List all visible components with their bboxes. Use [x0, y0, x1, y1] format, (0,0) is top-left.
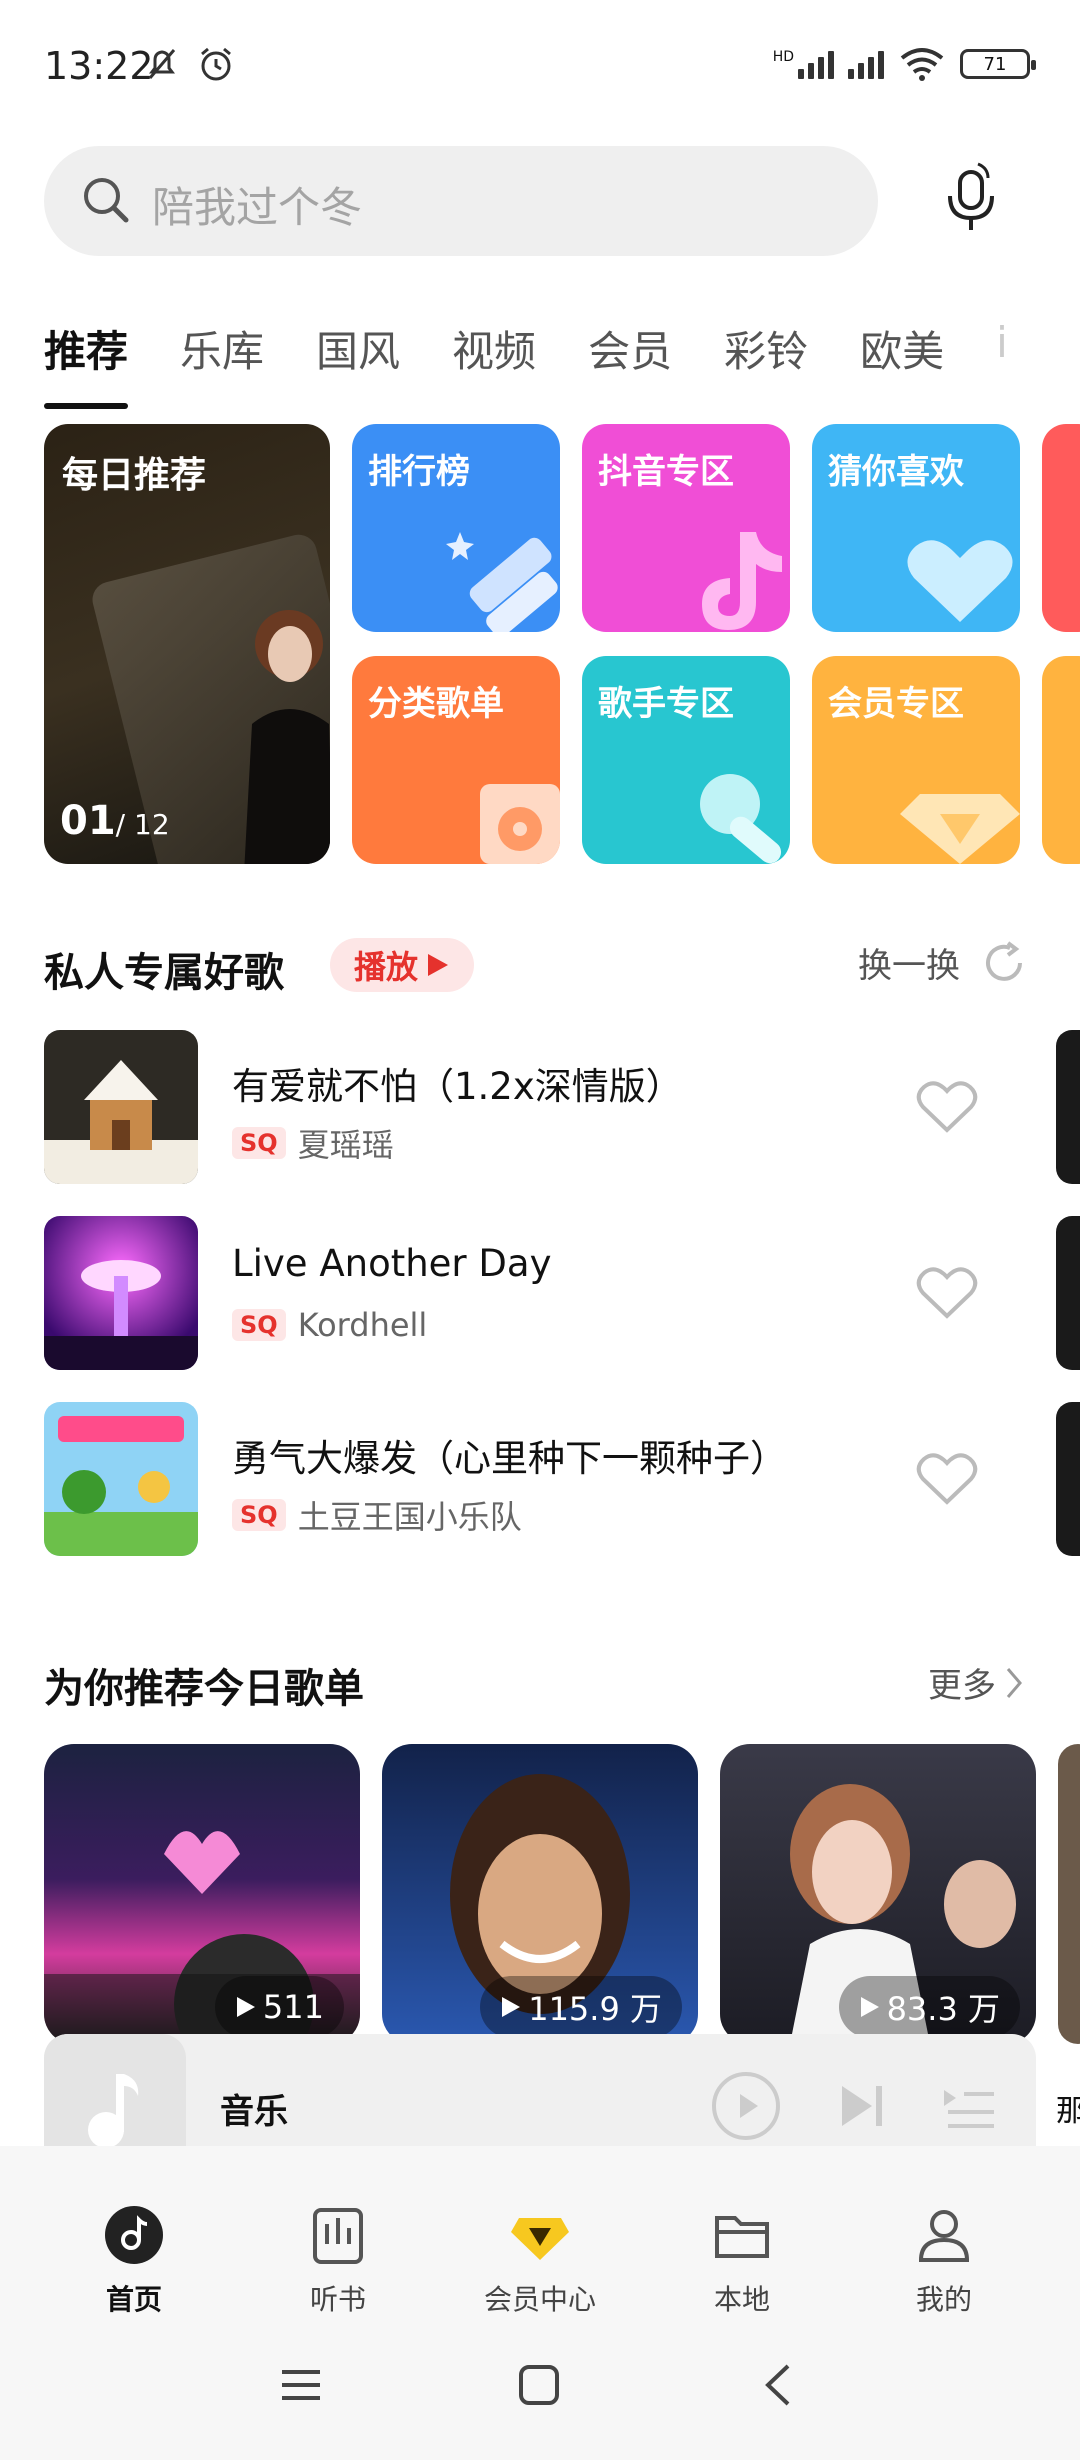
- tile-singers[interactable]: 歌手专区: [582, 656, 790, 864]
- wifi-icon: [900, 48, 944, 81]
- partial-text-right: 那: [1056, 2094, 1080, 2129]
- search-icon: [84, 178, 129, 223]
- tab-video[interactable]: 视频: [452, 318, 536, 379]
- daily-cover-artist-image: [244, 610, 330, 864]
- tab-western[interactable]: 欧美: [860, 318, 944, 379]
- folder-icon: [715, 2216, 769, 2258]
- tab-recommend[interactable]: 推荐: [44, 318, 129, 409]
- category-tabs: 推荐 乐库 国风 视频 会员 彩铃 欧美 i: [44, 318, 1008, 409]
- quality-badge: SQ: [232, 1499, 286, 1531]
- favorite-heart-icon[interactable]: [916, 1264, 978, 1322]
- next-track-icon[interactable]: [834, 2070, 894, 2142]
- search-bar[interactable]: 陪我过个冬: [44, 146, 878, 256]
- next-column-cover[interactable]: [1056, 1030, 1080, 1184]
- song-artist: 夏瑶瑶: [297, 1126, 394, 1164]
- more-button[interactable]: 更多: [928, 1658, 1024, 1707]
- home-music-icon: [105, 2206, 163, 2264]
- status-time: 13:22: [44, 44, 154, 88]
- song-cover: [44, 1402, 198, 1556]
- douyin-icon: [702, 532, 782, 630]
- song-title: 勇气大爆发（心里种下一颗种子）: [232, 1437, 787, 1480]
- playlist-card[interactable]: 511: [44, 1744, 360, 2044]
- back-icon[interactable]: [756, 2362, 802, 2408]
- voice-search-icon[interactable]: [932, 160, 1012, 240]
- refresh-button[interactable]: 换一换: [858, 938, 1028, 987]
- tile-partial-right-2[interactable]: [1042, 656, 1080, 864]
- audiobook-icon: [313, 2208, 363, 2264]
- playlist-card-partial[interactable]: [1058, 1744, 1080, 2044]
- quality-badge: SQ: [232, 1127, 286, 1159]
- tile-vip-zone[interactable]: 会员专区: [812, 656, 1020, 864]
- refresh-icon: [986, 940, 1022, 981]
- tile-guess-you-like[interactable]: 猜你喜欢: [812, 424, 1020, 632]
- play-count: 83.3 万: [838, 1976, 1020, 2038]
- song-row[interactable]: 有爱就不怕（1.2x深情版） SQ 夏瑶瑶: [44, 1030, 1044, 1184]
- quality-badge: SQ: [232, 1309, 286, 1341]
- song-artist: 土豆王国小乐队: [297, 1498, 522, 1536]
- tab-vip[interactable]: 会员: [588, 318, 672, 379]
- play-count: 511: [214, 1976, 344, 2038]
- play-icon: [428, 954, 449, 976]
- play-icon: [236, 1997, 255, 2017]
- play-icon: [502, 1997, 521, 2017]
- song-cover: [44, 1030, 198, 1184]
- charts-icon: [446, 532, 558, 632]
- play-icon: [860, 1997, 879, 2017]
- song-title: 有爱就不怕（1.2x深情版）: [232, 1065, 683, 1108]
- nav-audiobooks[interactable]: 听书: [258, 2204, 418, 2318]
- next-column-cover[interactable]: [1056, 1216, 1080, 1370]
- tile-douyin[interactable]: 抖音专区: [582, 424, 790, 632]
- nav-profile[interactable]: 我的: [864, 2204, 1024, 2318]
- next-column-cover[interactable]: [1056, 1402, 1080, 1556]
- search-placeholder: 陪我过个冬: [152, 183, 363, 232]
- tile-partial-right-1[interactable]: [1042, 424, 1080, 632]
- user-icon: [918, 2210, 970, 2262]
- diamond-icon: [900, 794, 1020, 864]
- play-pause-button[interactable]: [710, 2070, 782, 2142]
- daily-recommend-card[interactable]: 每日推荐 01/ 12: [44, 424, 330, 864]
- bottom-nav: 首页 听书 会员中心 本地 我的: [0, 2146, 1080, 2326]
- battery-icon: 71: [960, 49, 1036, 79]
- song-title: Live Another Day: [232, 1242, 552, 1285]
- nav-home[interactable]: 首页: [54, 2204, 214, 2318]
- nav-vip-center[interactable]: 会员中心: [460, 2204, 620, 2318]
- microphone-icon: [700, 774, 782, 864]
- favorite-heart-icon[interactable]: [916, 1078, 978, 1136]
- song-cover: [44, 1216, 198, 1370]
- nav-local[interactable]: 本地: [662, 2204, 822, 2318]
- home-square-icon[interactable]: [516, 2362, 562, 2408]
- tab-library[interactable]: 乐库: [180, 318, 264, 379]
- song-artist: Kordhell: [297, 1306, 428, 1344]
- chevron-right-icon: [1006, 1667, 1022, 1698]
- tile-charts[interactable]: 排行榜: [352, 424, 560, 632]
- playlist-queue-icon[interactable]: [938, 2070, 998, 2142]
- playlist-disc-icon: [480, 784, 560, 864]
- play-all-button[interactable]: 播放: [330, 938, 475, 992]
- private-songs-title: 私人专属好歌: [44, 950, 284, 996]
- heart-icon: [907, 540, 1013, 622]
- daily-counter: 01/ 12: [60, 798, 170, 844]
- playlist-card[interactable]: 115.9 万: [382, 1744, 698, 2044]
- song-row[interactable]: 勇气大爆发（心里种下一颗种子） SQ 土豆王国小乐队: [44, 1402, 1044, 1556]
- mute-bell-icon: [148, 49, 176, 79]
- playlist-section-title: 为你推荐今日歌单: [44, 1666, 364, 1712]
- daily-recommend-title: 每日推荐: [62, 455, 207, 496]
- play-count: 115.9 万: [480, 1976, 682, 2038]
- vip-diamond-icon: [511, 2218, 569, 2260]
- status-bar: 13:22 HD 71: [0, 0, 1080, 130]
- song-row[interactable]: Live Another Day SQ Kordhell: [44, 1216, 1044, 1370]
- player-title: 音乐: [220, 2092, 288, 2132]
- menu-icon[interactable]: [278, 2362, 324, 2408]
- tab-ringtone[interactable]: 彩铃: [724, 318, 808, 379]
- signal-icon: HD: [773, 49, 834, 79]
- tile-categories[interactable]: 分类歌单: [352, 656, 560, 864]
- signal-icon-2: [848, 49, 884, 79]
- favorite-heart-icon[interactable]: [916, 1450, 978, 1508]
- tab-more-partial[interactable]: i: [996, 318, 1008, 379]
- tab-guofeng[interactable]: 国风: [316, 318, 400, 379]
- playlist-card[interactable]: 83.3 万: [720, 1744, 1036, 2044]
- alarm-icon: [201, 47, 231, 81]
- system-nav-bar: [0, 2326, 1080, 2460]
